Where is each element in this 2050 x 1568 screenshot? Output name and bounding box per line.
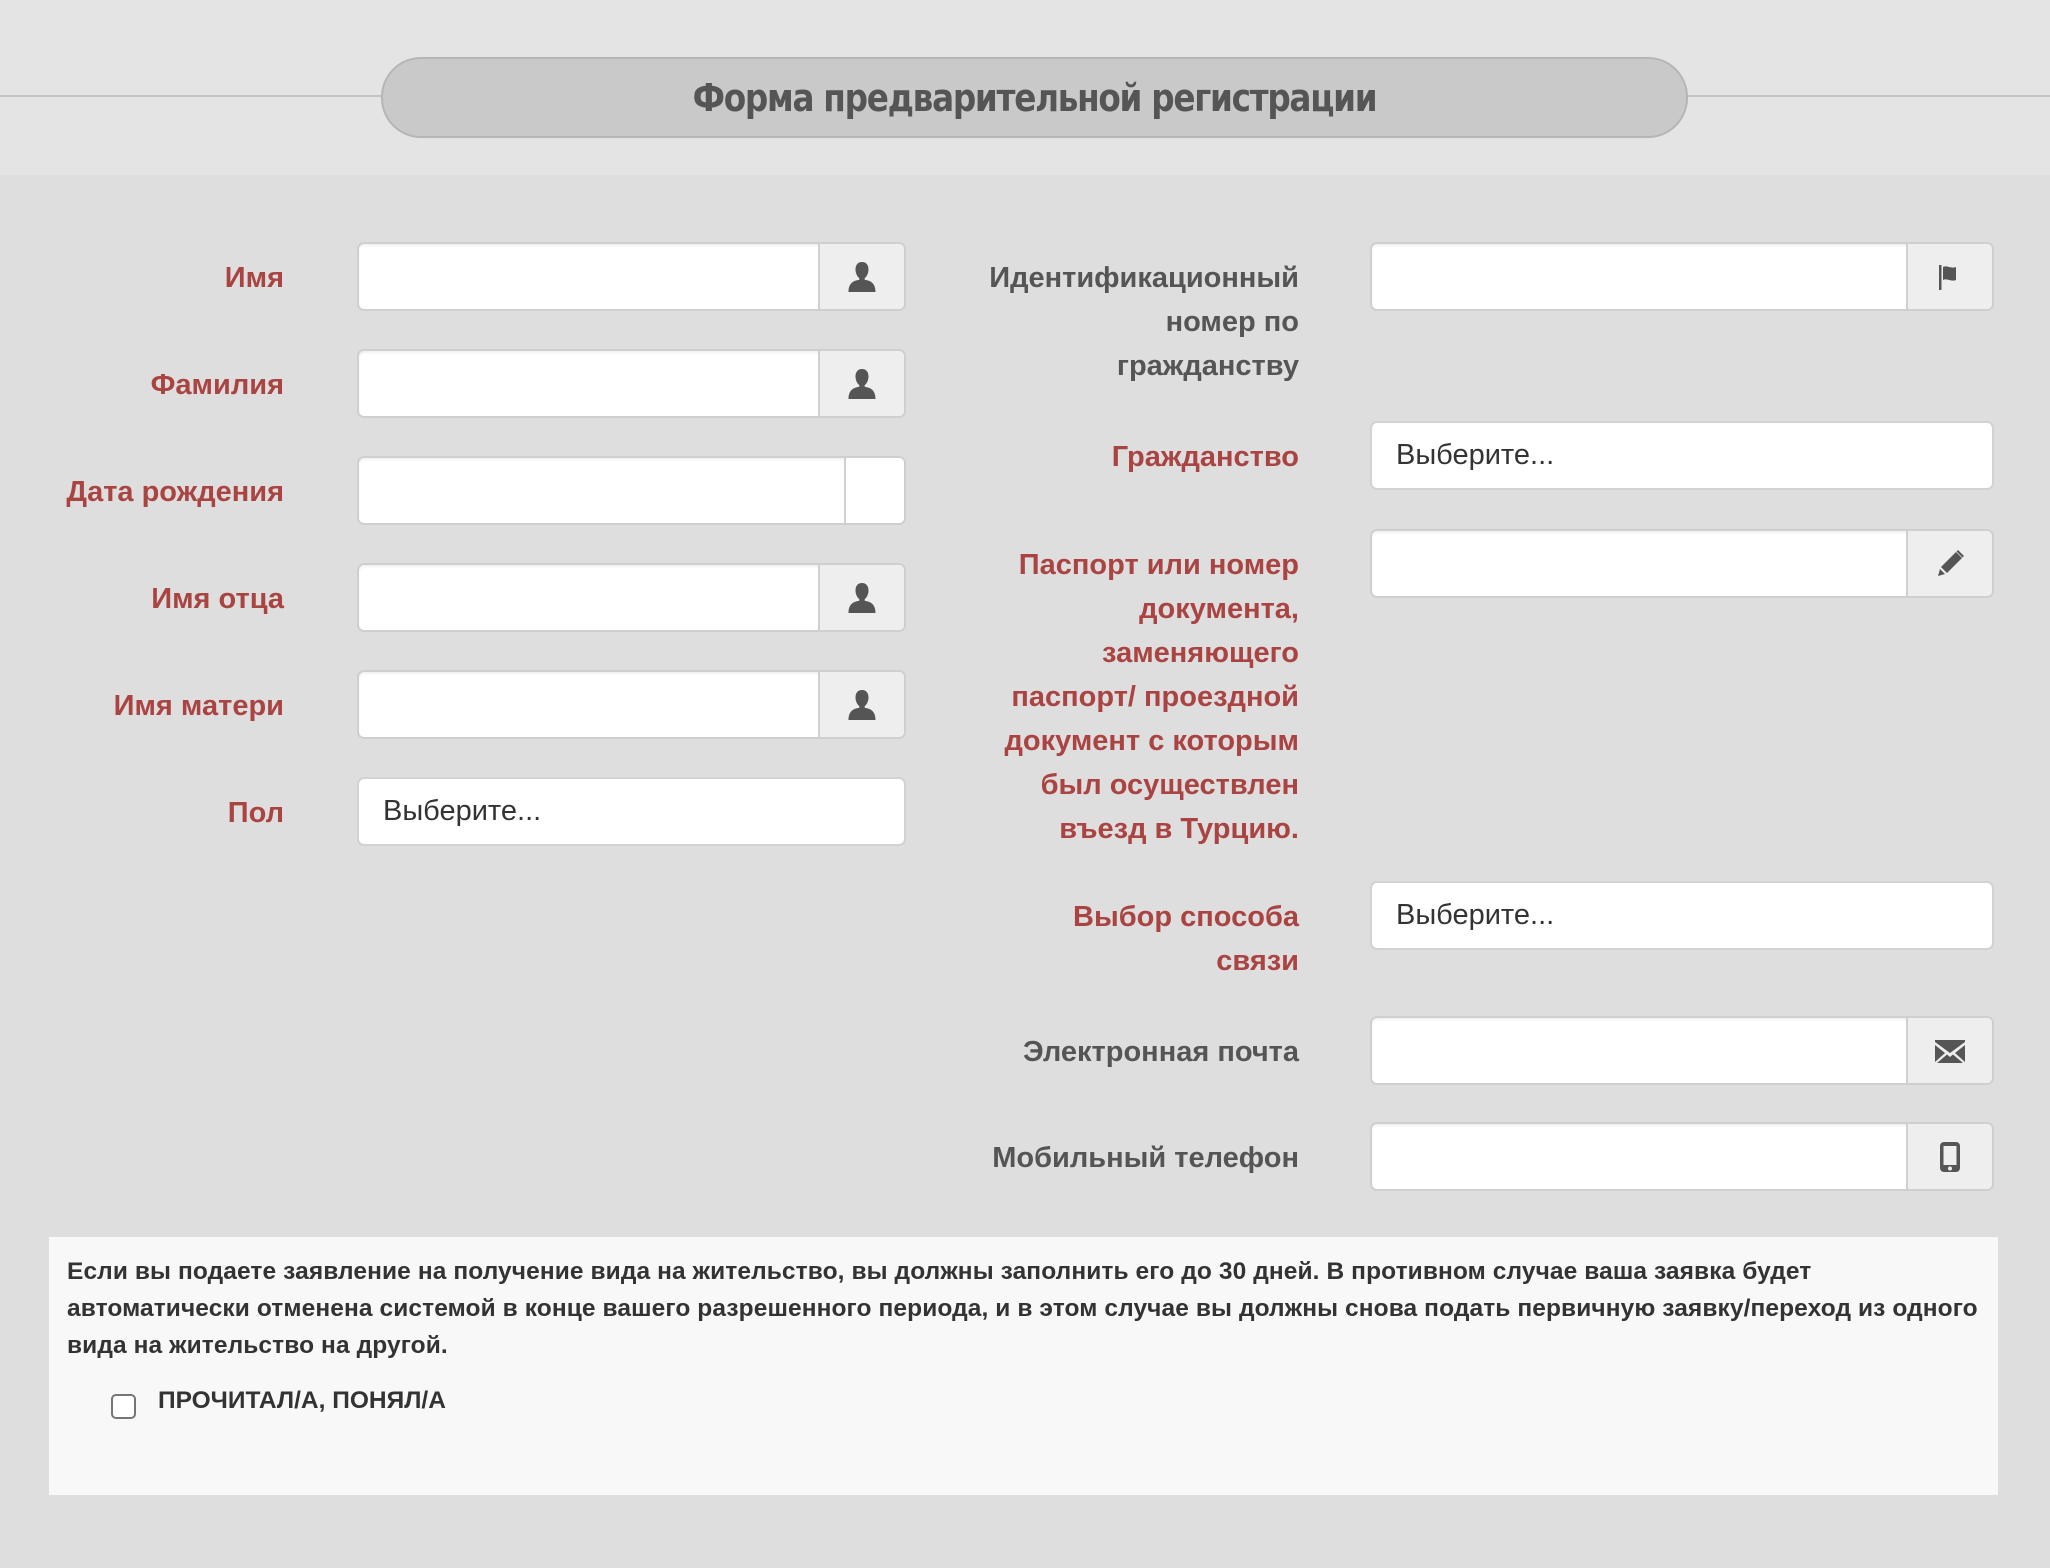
passport-label-line: был осуществлен (1040, 769, 1299, 801)
passport-label: Паспорт или номер документа, заменяющего… (960, 543, 1299, 851)
passport-label-line: паспорт/ проездной (1011, 681, 1299, 713)
user-icon (847, 689, 877, 721)
passport-label-line: документа, (1139, 593, 1299, 625)
mother-name-field (357, 670, 906, 739)
mobile-phone-icon (1939, 1141, 1961, 1173)
gender-selected-value: Выберите... (383, 795, 542, 827)
last-name-input[interactable] (359, 351, 818, 416)
last-name-label: Фамилия (150, 369, 284, 401)
user-icon (847, 368, 877, 400)
contact-method-label-line: Выбор способа (1073, 901, 1299, 933)
contact-method-select[interactable]: Выберите... (1370, 881, 1994, 950)
gender-label: Пол (227, 797, 284, 829)
mother-name-label: Имя матери (113, 690, 284, 722)
citizen-id-label-line: гражданству (1116, 350, 1299, 382)
mobile-addon (1906, 1124, 1992, 1189)
mobile-input[interactable] (1372, 1124, 1906, 1189)
father-name-field (357, 563, 906, 632)
contact-method-selected-value: Выберите... (1396, 899, 1555, 931)
page-title-text: Форма предварительной регистрации (692, 75, 1378, 120)
pencil-icon (1934, 548, 1966, 580)
father-name-addon (818, 565, 904, 630)
flag-icon (1936, 263, 1964, 291)
passport-label-line: въезд в Турцию. (1059, 813, 1299, 845)
notice-text: Если вы подаете заявление на получение в… (67, 1258, 1978, 1359)
email-addon (1906, 1018, 1992, 1083)
passport-field (1370, 529, 1994, 598)
last-name-addon (818, 351, 904, 416)
mobile-field (1370, 1122, 1994, 1191)
citizen-id-addon (1906, 244, 1992, 309)
user-icon (847, 261, 877, 293)
first-name-addon (818, 244, 904, 309)
email-input[interactable] (1372, 1018, 1906, 1083)
citizen-id-field (1370, 242, 1994, 311)
acknowledge-row[interactable]: ПРОЧИТАЛ/А, ПОНЯЛ/А (111, 1387, 446, 1419)
citizen-id-label-line: номер по (1165, 306, 1299, 338)
citizenship-selected-value: Выберите... (1396, 439, 1555, 471)
citizen-id-label-line: Идентификационный (989, 262, 1299, 294)
acknowledge-label: ПРОЧИТАЛ/А, ПОНЯЛ/А (158, 1387, 446, 1414)
mobile-label: Мобильный телефон (992, 1142, 1299, 1174)
contact-method-label: Выбор способа связи (960, 895, 1299, 983)
birth-date-field (357, 456, 906, 525)
passport-input[interactable] (1372, 531, 1906, 596)
passport-label-line: заменяющего (1102, 637, 1299, 669)
acknowledge-checkbox[interactable] (111, 1394, 136, 1419)
first-name-field (357, 242, 906, 311)
gender-select[interactable]: Выберите... (357, 777, 906, 846)
passport-addon (1906, 531, 1992, 596)
passport-label-line: документ с которым (1004, 725, 1299, 757)
last-name-field (357, 349, 906, 418)
birth-date-label: Дата рождения (66, 476, 284, 508)
citizenship-label: Гражданство (1111, 441, 1299, 473)
first-name-label: Имя (224, 262, 284, 294)
citizen-id-input[interactable] (1372, 244, 1906, 309)
citizen-id-label: Идентификационный номер по гражданству (960, 256, 1299, 388)
email-field (1370, 1016, 1994, 1085)
user-icon (847, 582, 877, 614)
email-label: Электронная почта (1022, 1036, 1299, 1068)
father-name-input[interactable] (359, 565, 818, 630)
citizenship-select[interactable]: Выберите... (1370, 421, 1994, 490)
first-name-input[interactable] (359, 244, 818, 309)
residence-permit-notice: Если вы подаете заявление на получение в… (49, 1237, 1998, 1495)
birth-date-input[interactable] (359, 458, 844, 523)
page-title: Форма предварительной регистрации (381, 57, 1688, 138)
envelope-icon (1935, 1038, 1965, 1064)
contact-method-label-line: связи (1216, 945, 1299, 977)
mother-name-addon (818, 672, 904, 737)
father-name-label: Имя отца (151, 583, 284, 615)
birth-date-addon[interactable] (844, 458, 904, 523)
mother-name-input[interactable] (359, 672, 818, 737)
passport-label-line: Паспорт или номер (1018, 549, 1299, 581)
